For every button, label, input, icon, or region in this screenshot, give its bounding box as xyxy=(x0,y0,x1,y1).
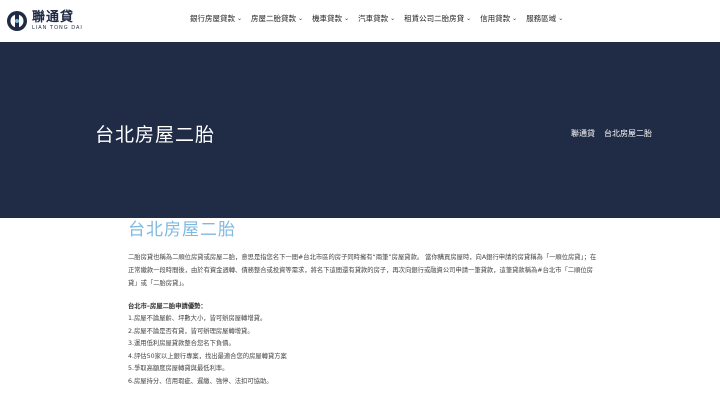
nav-item-scooter-loan[interactable]: 機車貸款 ⌄ xyxy=(312,13,349,24)
nav-item-credit-loan[interactable]: 信用貸款 ⌄ xyxy=(480,13,517,24)
intro-paragraph: 二胎房貸也稱為二順位房貸或房屋二胎，意思是指您名下一間#台北市區的房子同時擁有“… xyxy=(128,254,597,287)
main-content: 台北房屋二胎 二胎房貸也稱為二順位房貸或房屋二胎，意思是指您名下一間#台北市區的… xyxy=(128,219,598,389)
nav-item-label: 汽車貸款 xyxy=(358,14,389,23)
logo-mark-icon xyxy=(7,11,27,31)
brand-subtitle: LIAN TONG DAI xyxy=(32,24,83,31)
main-nav: 銀行房屋貸款 ⌄ 房屋二胎貸款 ⌄ 機車貸款 ⌄ 汽車貸款 ⌄ 租賃公司二胎房貸 ⌄ 信用… xyxy=(190,13,572,24)
nav-item-label: 信用貸款 xyxy=(480,14,511,23)
site-header: 聯通貸 LIAN TONG DAI 銀行房屋貸款 ⌄ 房屋二胎貸款 ⌄ 機車貸款 ⌄ … xyxy=(0,0,720,42)
list-item: 5.爭取高額度房屋轉貸與最低利率。 xyxy=(128,365,229,373)
brand-logo[interactable]: 聯通貸 LIAN TONG DAI xyxy=(6,8,83,34)
breadcrumb: 聯通貸 台北房屋二胎 xyxy=(571,128,652,139)
nav-item-car-loan[interactable]: 汽車貸款 ⌄ xyxy=(358,13,395,24)
list-item: 3.運用低利房屋貸款整合您名下負債。 xyxy=(128,340,235,348)
nav-item-label: 機車貸款 xyxy=(312,14,343,23)
list-item: 1.房屋不論屋齡、坪數大小，皆可辦房屋轉增貸。 xyxy=(128,315,267,322)
chevron-down-icon: ⌄ xyxy=(558,15,564,22)
page-banner: 台北房屋二胎 聯通貸 台北房屋二胎 xyxy=(0,42,720,218)
chevron-down-icon: ⌄ xyxy=(512,15,518,22)
chevron-down-icon: ⌄ xyxy=(298,15,304,22)
breadcrumb-current: 台北房屋二胎 xyxy=(604,129,652,138)
chevron-down-icon: ⌄ xyxy=(466,15,472,22)
nav-item-leasing-second-mortgage[interactable]: 租賃公司二胎房貸 ⌄ xyxy=(404,13,471,24)
nav-item-second-mortgage[interactable]: 房屋二胎貸款 ⌄ xyxy=(251,13,303,24)
chevron-down-icon: ⌄ xyxy=(390,15,396,22)
brand-name: 聯通貸 xyxy=(32,9,75,25)
nav-item-label: 銀行房屋貸款 xyxy=(190,14,235,23)
list-item: 4.評估50家以上銀行專案，找出最適合您的房屋轉貸方案 xyxy=(128,352,287,360)
nav-item-label: 房屋二胎貸款 xyxy=(251,14,297,23)
advantages-title: 台北市–房屋二胎申請優勢： xyxy=(128,303,207,310)
nav-item-label: 租賃公司二胎房貸 xyxy=(404,14,465,23)
page-title: 台北房屋二胎 xyxy=(95,124,216,146)
breadcrumb-separator xyxy=(595,128,604,139)
content-title: 台北房屋二胎 xyxy=(128,220,236,240)
nav-item-bank-mortgage[interactable]: 銀行房屋貸款 ⌄ xyxy=(190,13,242,24)
chevron-down-icon: ⌄ xyxy=(237,15,243,22)
nav-item-label: 服務區域 xyxy=(526,14,557,23)
breadcrumb-home-link[interactable]: 聯通貸 xyxy=(571,128,595,139)
chevron-down-icon: ⌄ xyxy=(344,15,350,22)
nav-item-service-area[interactable]: 服務區域 ⌄ xyxy=(526,13,563,24)
list-item: 6.房屋持分、信用瑕疵、遲繳、強停、法扣可協助。 xyxy=(128,377,273,385)
list-item: 2.房屋不論是否有貸，皆可辦理房屋轉增貸。 xyxy=(128,327,254,335)
